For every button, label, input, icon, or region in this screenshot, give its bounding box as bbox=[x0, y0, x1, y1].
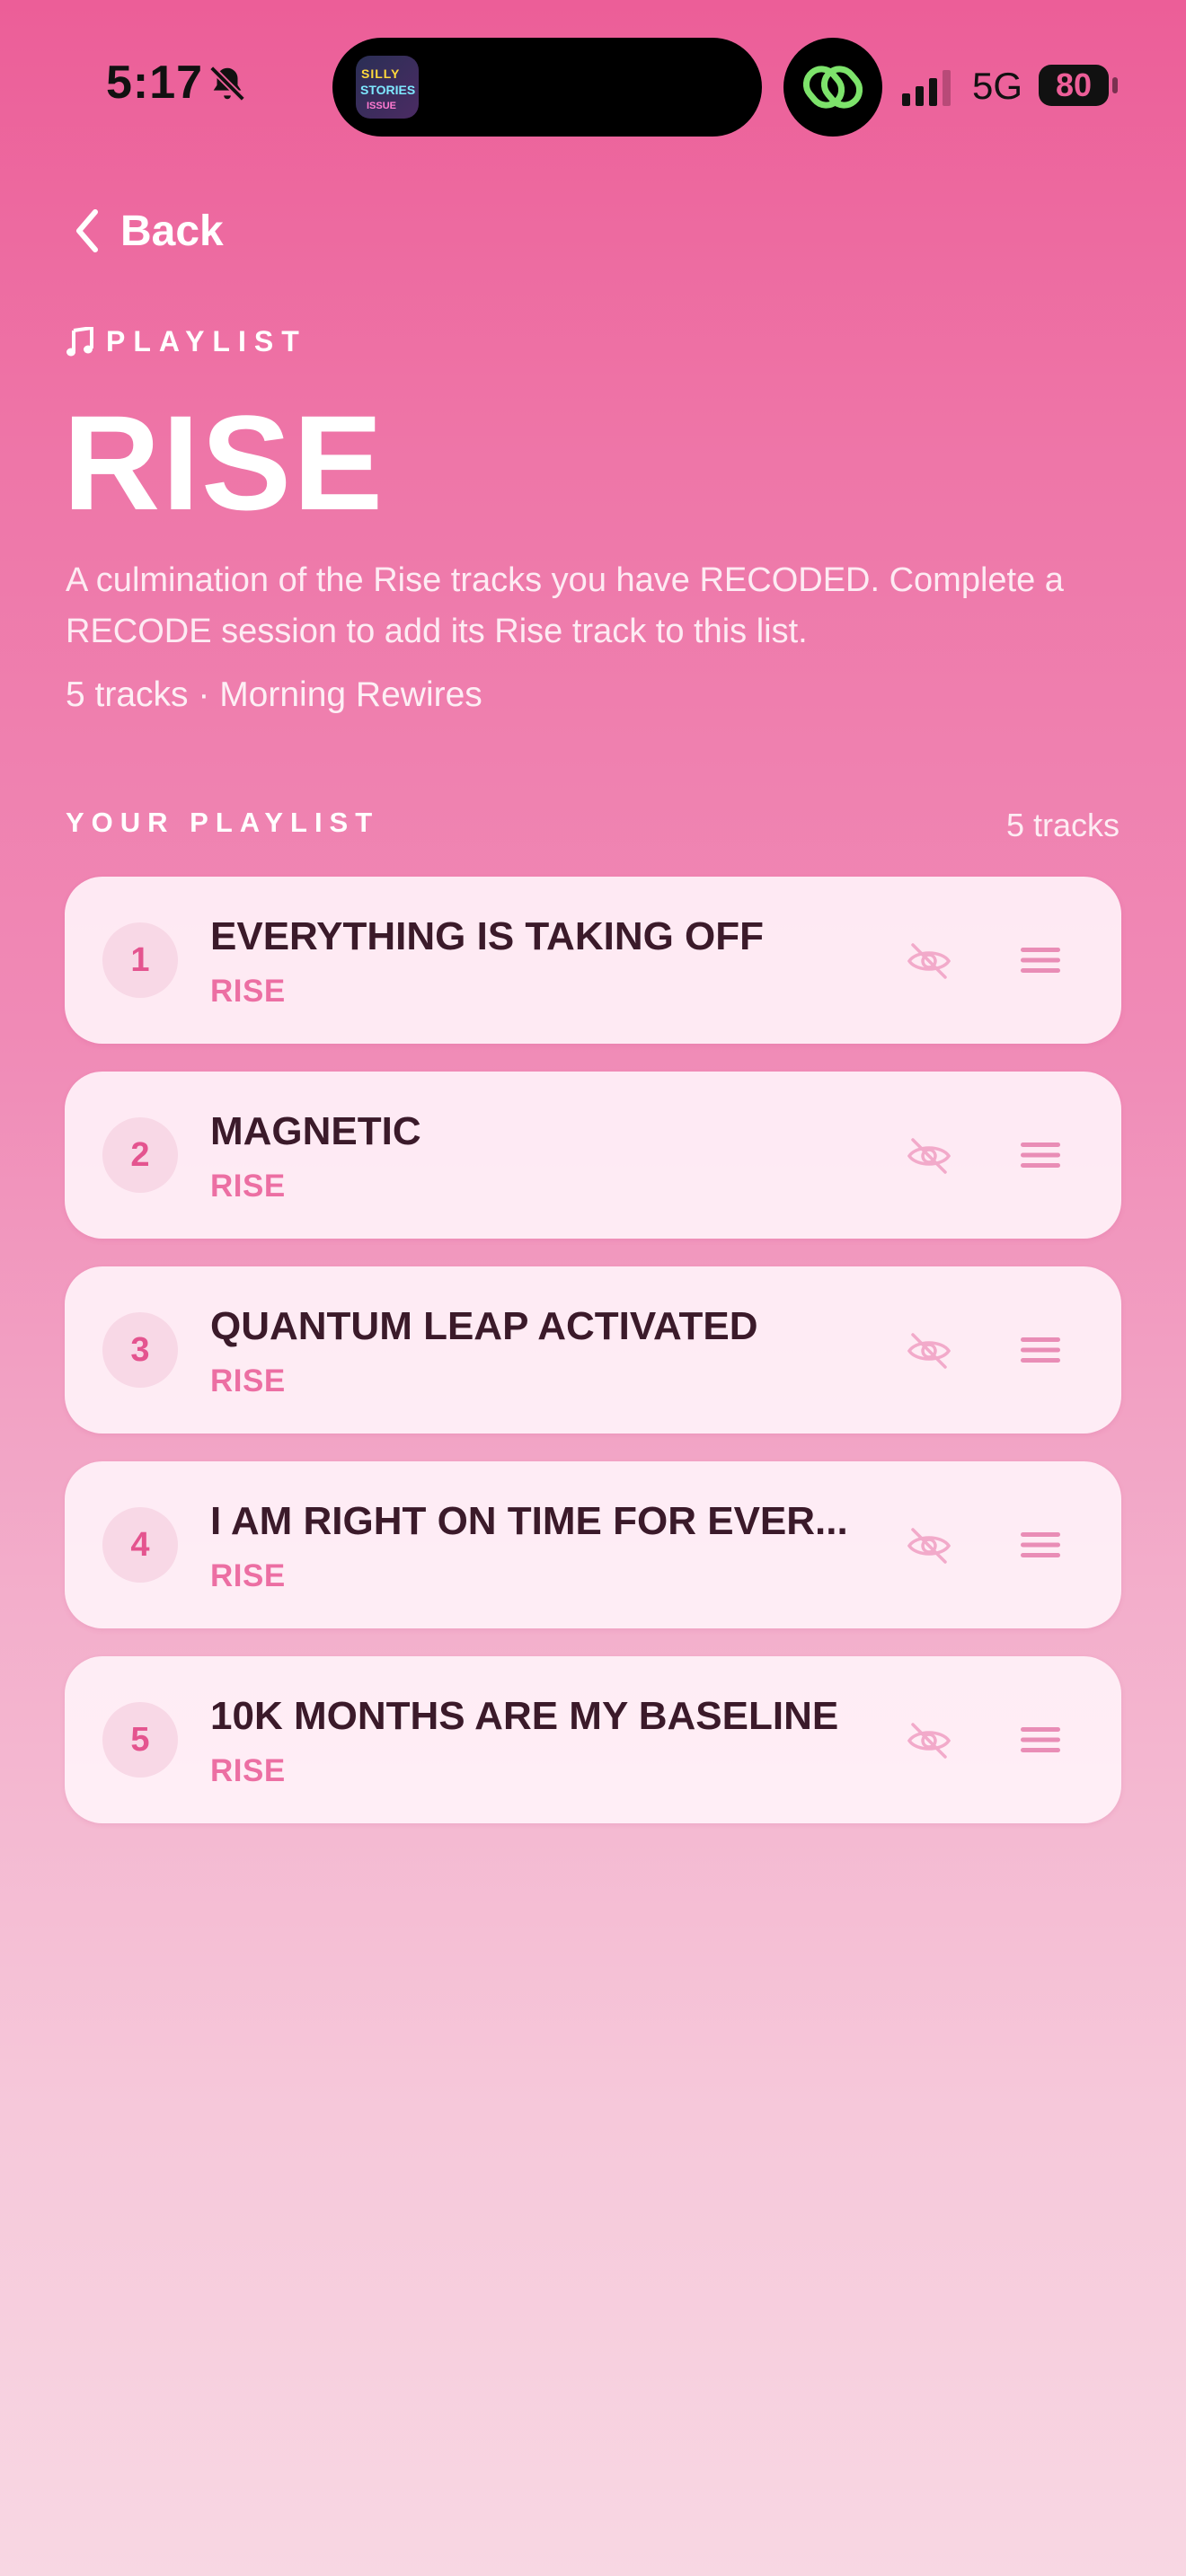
back-label: Back bbox=[120, 207, 224, 255]
track-title: MAGNETIC bbox=[210, 1109, 421, 1153]
playlist-description: A culmination of the Rise tracks you hav… bbox=[66, 561, 1064, 650]
island-app-icon[interactable]: SILLY STORIES ISSUE bbox=[356, 56, 419, 119]
network-label: 5G bbox=[972, 65, 1023, 107]
track-number: 1 bbox=[102, 922, 178, 998]
track-row[interactable]: 4 I AM RIGHT ON TIME FOR EVER... RISE bbox=[65, 1461, 1121, 1628]
track-category: RISE bbox=[210, 1558, 286, 1593]
playlist-meta: 5 tracks · Morning Rewires bbox=[66, 675, 482, 714]
eye-off-icon[interactable] bbox=[904, 1521, 954, 1571]
drag-handle-icon[interactable] bbox=[1019, 1524, 1062, 1566]
drag-handle-icon[interactable] bbox=[1019, 1329, 1062, 1371]
playlist-eyebrow: PLAYLIST bbox=[66, 325, 307, 358]
track-title: QUANTUM LEAP ACTIVATED bbox=[210, 1304, 758, 1348]
track-row[interactable]: 1 EVERYTHING IS TAKING OFF RISE bbox=[65, 877, 1121, 1044]
drag-handle-icon[interactable] bbox=[1019, 940, 1062, 981]
page-title: RISE bbox=[63, 387, 385, 538]
section-label: YOUR PLAYLIST bbox=[66, 807, 380, 838]
chevron-left-icon bbox=[76, 209, 98, 252]
battery-cap bbox=[1112, 77, 1118, 93]
status-bar: 5:17 SILLY STORIES ISSUE 5G 80 bbox=[0, 0, 1186, 180]
track-number: 4 bbox=[102, 1507, 178, 1583]
track-count: 5 tracks bbox=[1005, 807, 1120, 843]
track-category: RISE bbox=[210, 974, 286, 1009]
link-rings-icon bbox=[802, 66, 863, 109]
signal-icon bbox=[902, 70, 951, 106]
track-number: 2 bbox=[102, 1117, 178, 1193]
eye-off-icon[interactable] bbox=[904, 936, 954, 986]
track-title: 10K MONTHS ARE MY BASELINE bbox=[210, 1694, 839, 1738]
drag-handle-icon[interactable] bbox=[1019, 1134, 1062, 1176]
eyebrow-label: PLAYLIST bbox=[106, 325, 307, 357]
bell-slash-icon bbox=[209, 66, 245, 101]
track-number: 3 bbox=[102, 1312, 178, 1388]
track-category: RISE bbox=[210, 1753, 286, 1788]
track-row[interactable]: 2 MAGNETIC RISE bbox=[65, 1072, 1121, 1239]
battery-level: 80 bbox=[1055, 66, 1093, 103]
track-category: RISE bbox=[210, 1363, 286, 1398]
eye-off-icon[interactable] bbox=[904, 1716, 954, 1766]
drag-handle-icon[interactable] bbox=[1019, 1719, 1062, 1760]
track-category: RISE bbox=[210, 1169, 286, 1204]
music-note-icon bbox=[66, 326, 93, 356]
track-title: EVERYTHING IS TAKING OFF bbox=[210, 914, 765, 958]
battery-icon: 80 bbox=[1039, 65, 1109, 106]
track-row[interactable]: 3 QUANTUM LEAP ACTIVATED RISE bbox=[65, 1266, 1121, 1434]
eye-off-icon[interactable] bbox=[904, 1326, 954, 1376]
track-title: I AM RIGHT ON TIME FOR EVER... bbox=[210, 1499, 848, 1543]
dynamic-island: SILLY STORIES ISSUE bbox=[332, 38, 762, 137]
track-row[interactable]: 5 10K MONTHS ARE MY BASELINE RISE bbox=[65, 1656, 1121, 1823]
live-activity-icon[interactable] bbox=[783, 38, 882, 137]
eye-off-icon[interactable] bbox=[904, 1131, 954, 1181]
status-time: 5:17 bbox=[106, 57, 204, 109]
track-number: 5 bbox=[102, 1702, 178, 1778]
back-button[interactable]: Back bbox=[74, 199, 224, 262]
